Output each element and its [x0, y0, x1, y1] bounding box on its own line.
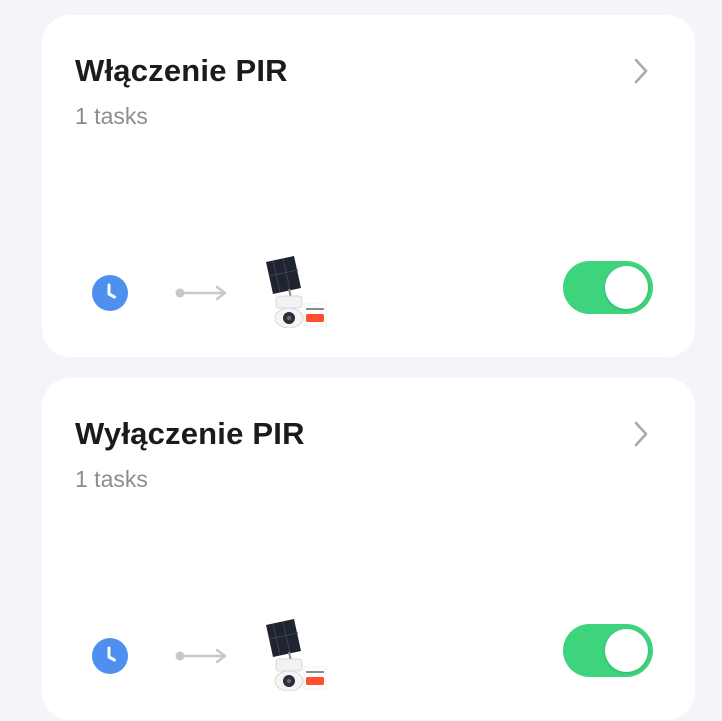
scene-enable-toggle[interactable]	[563, 261, 653, 314]
clock-icon	[92, 275, 128, 311]
scene-title: Włączenie PIR	[75, 53, 288, 88]
chevron-right-icon[interactable]	[629, 56, 653, 86]
scene-card[interactable]: Włączenie PIR 1 tasks	[42, 15, 695, 357]
solar-camera-device-icon	[254, 256, 328, 329]
arrow-right-icon	[175, 284, 231, 302]
solar-camera-device-icon	[254, 619, 328, 692]
clock-icon	[92, 638, 128, 674]
scene-flow	[92, 619, 352, 692]
toggle-knob	[605, 266, 648, 309]
toggle-knob	[605, 629, 648, 672]
scene-flow	[92, 256, 352, 329]
scene-card[interactable]: Wyłączenie PIR 1 tasks	[42, 378, 695, 720]
scene-task-count: 1 tasks	[75, 466, 148, 492]
scene-task-count: 1 tasks	[75, 103, 148, 129]
scene-enable-toggle[interactable]	[563, 624, 653, 677]
chevron-right-icon[interactable]	[629, 419, 653, 449]
scene-title: Wyłączenie PIR	[75, 416, 305, 451]
arrow-right-icon	[175, 647, 231, 665]
